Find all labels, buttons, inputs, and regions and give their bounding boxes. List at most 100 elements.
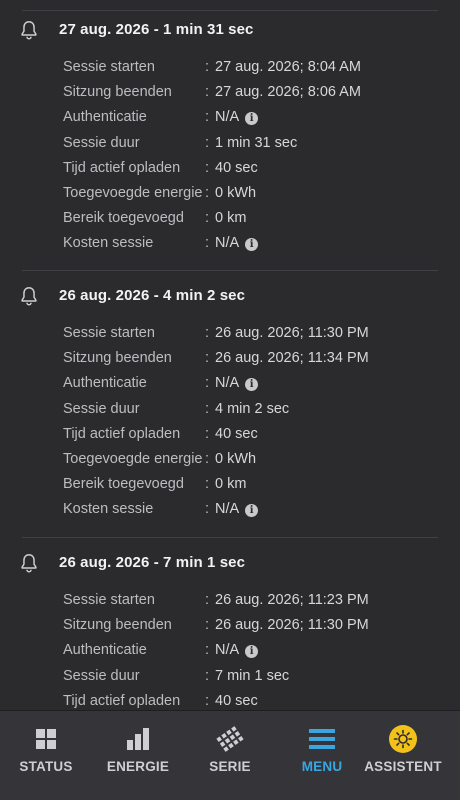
detail-value: 40 sec bbox=[215, 160, 258, 176]
detail-value-text: 40 sec bbox=[215, 692, 258, 709]
detail-separator: : bbox=[205, 501, 210, 518]
nav-label-serie: SERIE bbox=[209, 759, 251, 774]
detail-value-text: 1 min 31 sec bbox=[215, 134, 298, 151]
detail-value-text: N/A bbox=[215, 642, 240, 659]
status-grid-icon bbox=[32, 725, 60, 753]
detail-label: Sessie duur bbox=[63, 400, 140, 417]
menu-icon bbox=[308, 725, 336, 753]
detail-value: N/A i bbox=[215, 109, 259, 126]
detail-separator: : bbox=[205, 425, 210, 442]
info-icon[interactable]: i bbox=[245, 504, 259, 518]
detail-separator: : bbox=[205, 134, 210, 151]
detail-separator: : bbox=[205, 476, 210, 493]
detail-label: Authenticatie bbox=[63, 642, 147, 659]
nav-serie[interactable]: SERIE bbox=[184, 711, 276, 800]
detail-value-text: N/A bbox=[215, 235, 240, 252]
detail-value: 1 min 31 sec bbox=[215, 135, 297, 151]
session-detail-row: Toegevoegde energie:0 kWh bbox=[0, 447, 460, 472]
detail-separator: : bbox=[205, 59, 210, 75]
detail-separator: : bbox=[205, 159, 210, 176]
session-detail-row: Kosten sessie: N/A i bbox=[0, 231, 460, 256]
detail-label: Tijd actief opladen bbox=[63, 692, 181, 709]
session-detail-row: Sessie duur:7 min 1 sec bbox=[0, 664, 460, 689]
nav-energie[interactable]: ENERGIE bbox=[92, 711, 184, 800]
detail-value-text: 7 min 1 sec bbox=[215, 667, 290, 684]
detail-separator: : bbox=[205, 185, 210, 201]
series-icon bbox=[216, 725, 244, 753]
session-header[interactable]: 26 aug. 2026 - 4 min 2 sec bbox=[0, 276, 460, 316]
detail-separator: : bbox=[205, 642, 210, 659]
bottom-nav: STATUS ENERGIE SERIE MENU ASSISTENT bbox=[0, 710, 460, 800]
bell-icon bbox=[18, 552, 40, 574]
session-card: 26 aug. 2026 - 7 min 1 sec Sessie starten… bbox=[0, 543, 460, 714]
info-icon[interactable]: i bbox=[245, 645, 259, 659]
detail-label: Sessie duur bbox=[63, 667, 140, 684]
detail-value-text: 40 sec bbox=[215, 425, 258, 442]
session-detail-row: Bereik toegevoegd:0 km bbox=[0, 472, 460, 497]
session-title: 27 aug. 2026 - 1 min 31 sec bbox=[59, 21, 254, 38]
detail-value: 0 km bbox=[215, 210, 246, 226]
detail-label: Sessie duur bbox=[63, 134, 140, 151]
session-detail-row: Sessie duur:1 min 31 sec bbox=[0, 131, 460, 156]
detail-separator: : bbox=[205, 325, 210, 341]
session-detail-row: Sitzung beenden:26 aug. 2026; 11:30 PM bbox=[0, 613, 460, 638]
session-detail-row: Bereik toegevoegd:0 km bbox=[0, 206, 460, 231]
app-root: 27 aug. 2026 - 1 min 31 sec Sessie starte… bbox=[0, 0, 460, 800]
nav-label-status: STATUS bbox=[19, 759, 73, 774]
detail-value-text: 26 aug. 2026; 11:30 PM bbox=[215, 617, 369, 634]
nav-menu[interactable]: MENU bbox=[276, 711, 368, 800]
detail-separator: : bbox=[205, 210, 210, 227]
detail-separator: : bbox=[205, 109, 210, 126]
session-detail-row: Tijd actief opladen:40 sec bbox=[0, 156, 460, 181]
session-header[interactable]: 27 aug. 2026 - 1 min 31 sec bbox=[0, 10, 460, 50]
detail-label: Tijd actief opladen bbox=[63, 425, 181, 442]
detail-value: 26 aug. 2026; 11:23 PM bbox=[215, 592, 369, 608]
session-detail-row: Authenticatie: N/A i bbox=[0, 371, 460, 396]
detail-value: 0 km bbox=[215, 476, 246, 492]
detail-value: 40 sec bbox=[215, 693, 258, 709]
session-detail-row: Sitzung beenden:26 aug. 2026; 11:34 PM bbox=[0, 346, 460, 371]
info-icon[interactable]: i bbox=[245, 238, 259, 252]
session-title: 26 aug. 2026 - 7 min 1 sec bbox=[59, 554, 246, 571]
detail-value-text: 0 kWh bbox=[215, 185, 257, 201]
detail-label: Sitzung beenden bbox=[63, 617, 172, 634]
detail-value: N/A i bbox=[215, 501, 259, 518]
detail-label: Sessie starten bbox=[63, 325, 155, 341]
detail-value: 27 aug. 2026; 8:06 AM bbox=[215, 84, 361, 100]
session-header[interactable]: 26 aug. 2026 - 7 min 1 sec bbox=[0, 543, 460, 583]
detail-label: Toegevoegde energie bbox=[63, 451, 203, 467]
detail-separator: : bbox=[205, 375, 210, 392]
detail-label: Authenticatie bbox=[63, 109, 147, 126]
detail-value: 0 kWh bbox=[215, 451, 256, 467]
session-divider bbox=[22, 537, 438, 538]
session-detail-row: Kosten sessie: N/A i bbox=[0, 497, 460, 522]
nav-status[interactable]: STATUS bbox=[0, 711, 92, 800]
detail-separator: : bbox=[205, 350, 210, 367]
detail-separator: : bbox=[205, 692, 210, 709]
detail-value: 0 kWh bbox=[215, 185, 256, 201]
session-detail-row: Sessie starten:26 aug. 2026; 11:23 PM bbox=[0, 588, 460, 613]
nav-label-assistent: ASSISTENT bbox=[364, 759, 442, 774]
session-detail-row: Sessie starten:27 aug. 2026; 8:04 AM bbox=[0, 55, 460, 80]
session-card: 27 aug. 2026 - 1 min 31 sec Sessie starte… bbox=[0, 10, 460, 257]
detail-value-text: 4 min 2 sec bbox=[215, 400, 290, 417]
session-detail-row: Authenticatie: N/A i bbox=[0, 638, 460, 663]
info-icon[interactable]: i bbox=[245, 112, 259, 126]
detail-label: Sitzung beenden bbox=[63, 84, 172, 101]
detail-value-text: 27 aug. 2026; 8:04 AM bbox=[215, 59, 361, 75]
detail-value: 40 sec bbox=[215, 426, 258, 442]
detail-value-text: 26 aug. 2026; 11:34 PM bbox=[215, 350, 369, 367]
detail-label: Bereik toegevoegd bbox=[63, 476, 184, 493]
bell-icon bbox=[18, 285, 40, 307]
detail-label: Toegevoegde energie bbox=[63, 185, 203, 201]
session-title: 26 aug. 2026 - 4 min 2 sec bbox=[59, 287, 246, 304]
detail-value: 7 min 1 sec bbox=[215, 668, 289, 684]
info-icon[interactable]: i bbox=[245, 378, 259, 392]
detail-value: 26 aug. 2026; 11:34 PM bbox=[215, 350, 369, 366]
detail-value-text: 26 aug. 2026; 11:23 PM bbox=[215, 592, 369, 608]
detail-label: Authenticatie bbox=[63, 375, 147, 392]
nav-label-energie: ENERGIE bbox=[106, 759, 170, 774]
session-detail-row: Tijd actief opladen:40 sec bbox=[0, 422, 460, 447]
nav-assistent[interactable]: ASSISTENT bbox=[357, 711, 449, 800]
detail-separator: : bbox=[205, 667, 210, 684]
